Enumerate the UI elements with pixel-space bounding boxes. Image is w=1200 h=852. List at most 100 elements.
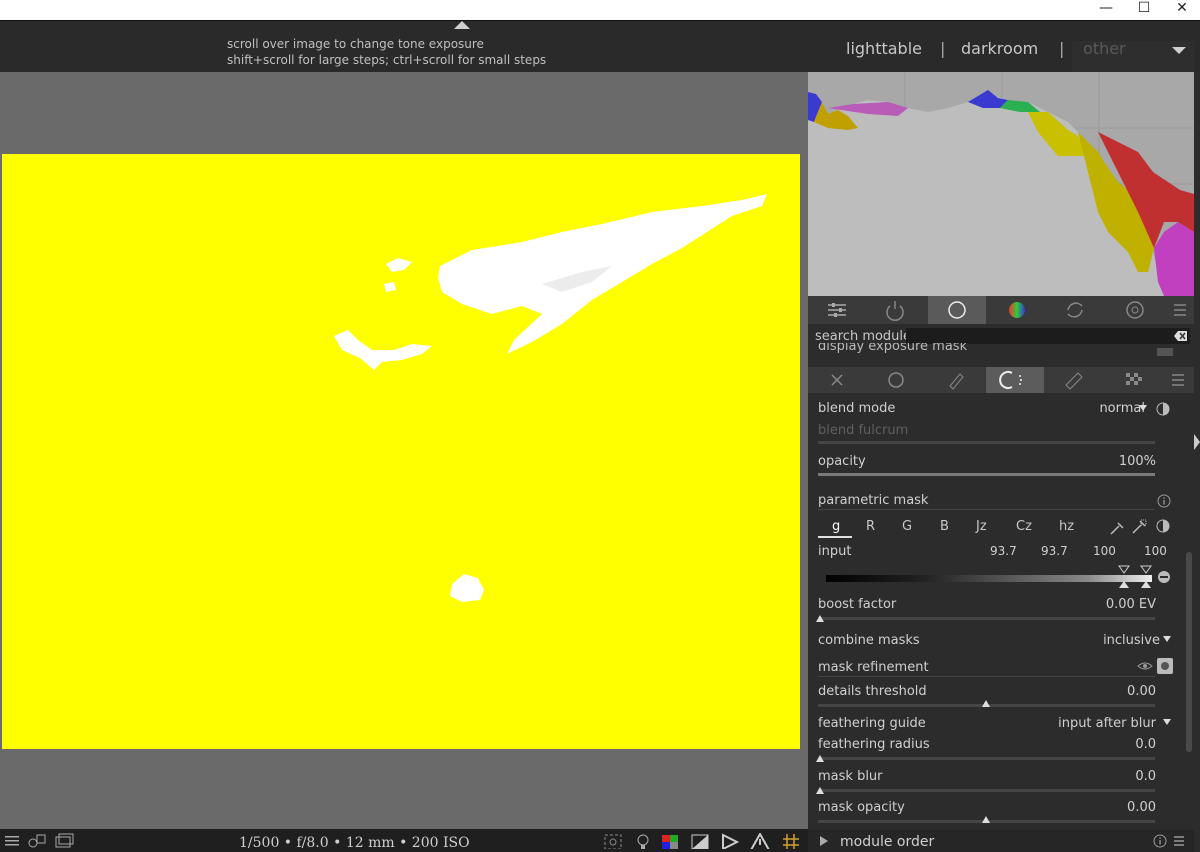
feathering-radius-label: feathering radius	[818, 737, 930, 752]
tab-quick-access[interactable]	[808, 296, 866, 324]
second-window-icon[interactable]	[54, 833, 74, 849]
input-value-3: 100	[1093, 544, 1116, 558]
close-button[interactable]: ✕	[1162, 0, 1200, 18]
hamburger-icon[interactable]	[1172, 834, 1186, 848]
feathering-radius-slider[interactable]	[818, 757, 1155, 760]
tab-base[interactable]	[928, 296, 986, 324]
tab-blend-parametric[interactable]	[986, 367, 1044, 393]
hint-line-2: shift+scroll for large steps; ctrl+scrol…	[227, 53, 547, 67]
channel-tab-B[interactable]: B	[940, 519, 949, 534]
color-assessment-icon[interactable]	[660, 833, 682, 849]
invert-mask-icon[interactable]	[1156, 402, 1170, 416]
tab-correct[interactable]	[1046, 296, 1104, 324]
module-presets-menu[interactable]	[1164, 296, 1194, 324]
chevron-right-icon	[820, 836, 828, 846]
collapse-right-panel-icon[interactable]	[1194, 434, 1200, 450]
guides-icon[interactable]	[782, 833, 800, 849]
mask-blur-slider[interactable]	[818, 789, 1155, 792]
combine-masks-select[interactable]: inclusive	[1103, 633, 1160, 648]
color-picker-icon[interactable]	[1109, 521, 1125, 535]
mask-blur-marker[interactable]	[816, 787, 824, 794]
info-icon[interactable]	[1153, 834, 1167, 848]
reset-channel-icon[interactable]	[1157, 570, 1171, 584]
feathering-radius-marker[interactable]	[816, 755, 824, 762]
channel-tab-R[interactable]: R	[866, 519, 875, 534]
view-darkroom[interactable]: darkroom	[961, 39, 1038, 58]
maximize-button[interactable]: ☐	[1124, 0, 1164, 18]
feathering-guide-select[interactable]: input after blur	[1058, 716, 1156, 731]
sliders-icon	[828, 303, 846, 317]
module-order-footer[interactable]: module order	[808, 830, 1200, 852]
channel-tab-hz[interactable]: hz	[1059, 519, 1074, 534]
clear-search-icon[interactable]	[1174, 330, 1188, 342]
histogram-graph	[808, 72, 1194, 296]
chevron-down-icon[interactable]	[1172, 47, 1186, 54]
channel-tab-G[interactable]: G	[902, 519, 912, 534]
collapse-top-panel-icon[interactable]	[454, 21, 470, 29]
search-input[interactable]	[906, 328, 1190, 344]
softproof-icon[interactable]	[690, 833, 710, 849]
info-icon[interactable]	[1157, 494, 1171, 508]
mask-preview-image[interactable]	[2, 154, 800, 749]
view-separator-1: |	[940, 39, 946, 58]
histogram[interactable]	[808, 72, 1194, 296]
view-other[interactable]: other	[1083, 39, 1126, 58]
tab-blend-off[interactable]	[808, 367, 866, 393]
blend-mode-label: blend mode	[818, 401, 896, 416]
image-canvas[interactable]	[0, 72, 808, 829]
input-value-2: 93.7	[1041, 544, 1068, 558]
focus-peaking-icon[interactable]	[603, 833, 625, 849]
tab-blend-drawn-parametric[interactable]	[1044, 367, 1102, 393]
chevron-down-icon[interactable]	[1139, 405, 1147, 411]
blend-presets-menu[interactable]	[1162, 367, 1194, 393]
channel-tab-g[interactable]: g	[832, 519, 840, 534]
bulb-icon[interactable]	[634, 833, 652, 849]
view-lighttable[interactable]: lighttable	[846, 39, 922, 58]
styles-icon[interactable]	[27, 833, 47, 849]
opacity-value: 100%	[1118, 454, 1156, 469]
separator	[818, 509, 1155, 510]
boost-factor-slider[interactable]	[818, 617, 1155, 620]
invert-channel-icon[interactable]	[1156, 519, 1170, 533]
details-threshold-value: 0.00	[1127, 684, 1156, 699]
input-upper-markers[interactable]	[1117, 565, 1157, 575]
eye-icon[interactable]	[1137, 660, 1153, 672]
panel-scrollbar[interactable]	[1186, 552, 1192, 752]
chevron-down-icon[interactable]	[1163, 719, 1171, 725]
blend-tabs	[808, 367, 1194, 393]
separator	[818, 676, 1155, 677]
mask-blur-label: mask blur	[818, 769, 883, 784]
tab-blend-drawn[interactable]	[926, 367, 984, 393]
blend-fulcrum-slider[interactable]	[818, 441, 1155, 444]
chevron-down-icon[interactable]	[1163, 636, 1171, 642]
parametric-mask-label: parametric mask	[818, 493, 929, 508]
warning-icon[interactable]	[750, 833, 770, 849]
channel-tab-Cz[interactable]: Cz	[1016, 519, 1032, 534]
display-mask-checkbox-icon[interactable]	[1157, 348, 1173, 356]
active-channel-underline	[818, 536, 852, 538]
boost-factor-marker[interactable]	[816, 615, 824, 622]
input-lower-markers[interactable]	[1117, 580, 1157, 590]
menu-icon[interactable]	[4, 833, 20, 849]
opacity-slider[interactable]	[818, 473, 1155, 476]
circle-outline-icon	[888, 372, 904, 388]
module-order-label: module order	[840, 834, 935, 850]
tab-effect[interactable]	[1106, 296, 1164, 324]
display-mask-icon[interactable]	[1157, 658, 1173, 674]
tab-color[interactable]	[988, 296, 1046, 324]
display-exposure-mask-label: display exposure mask	[818, 343, 968, 353]
color-picker-area-icon[interactable]	[1131, 519, 1147, 535]
channel-tab-Jz[interactable]: Jz	[976, 519, 987, 534]
right-edge-strip	[1194, 72, 1200, 852]
details-threshold-marker[interactable]	[982, 700, 990, 707]
mask-opacity-marker[interactable]	[982, 816, 990, 823]
input-gradient-bar[interactable]	[826, 575, 1152, 582]
drawn-parametric-icon	[1065, 372, 1083, 390]
tab-blend-raster[interactable]	[1104, 367, 1162, 393]
tab-blend-uniform[interactable]	[866, 367, 924, 393]
search-label: search module	[815, 329, 912, 344]
mask-opacity-value: 0.00	[1127, 800, 1156, 815]
tab-active-modules[interactable]	[866, 296, 924, 324]
minimize-button[interactable]: —	[1086, 0, 1126, 18]
gamut-check-icon[interactable]	[720, 833, 740, 849]
